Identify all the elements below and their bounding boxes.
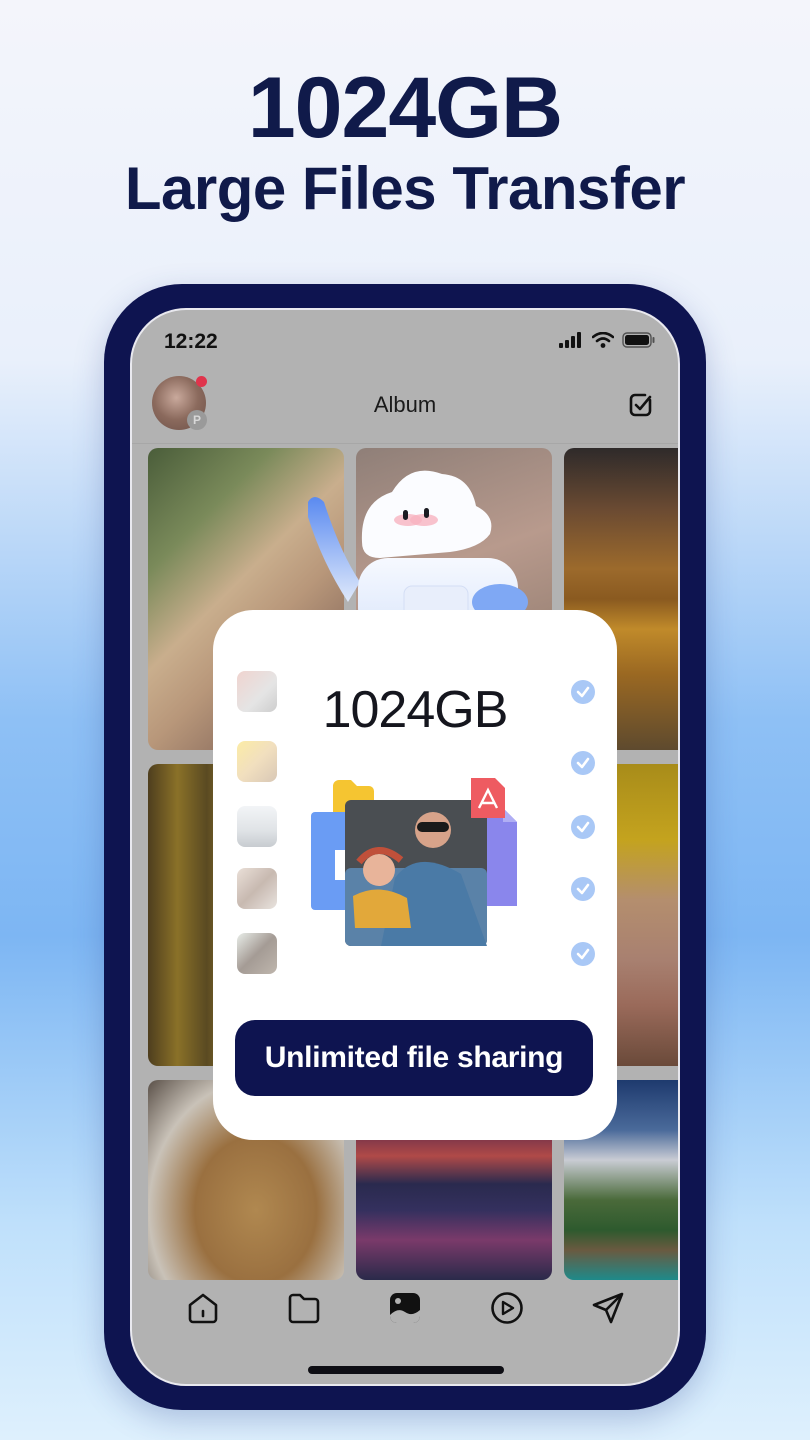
notification-dot [196,376,207,387]
pdf-file-icon [471,778,505,818]
page-title: Album [373,392,437,417]
file-thumbnail [237,671,277,712]
file-thumbnail [237,806,277,847]
image-icon[interactable] [385,1288,425,1328]
check-icon [571,815,595,839]
status-bar: 12:22 [132,310,678,370]
wifi-icon [592,332,614,348]
unlimited-file-sharing-button[interactable]: Unlimited file sharing [235,1020,593,1096]
battery-icon [622,332,655,348]
checkbox-select-icon[interactable] [626,390,656,420]
play-circle-icon[interactable] [487,1288,527,1328]
file-thumbnail [237,741,277,782]
cloud-mascot [308,470,528,632]
photo-preview [345,800,487,946]
promo-headline: 1024GB Large Files Transfer [0,62,810,224]
headline-subtitle: Large Files Transfer [124,155,686,222]
send-icon[interactable] [588,1288,628,1328]
bottom-nav [132,1288,678,1348]
status-icons [558,332,656,348]
check-icon [571,751,595,775]
file-illustration [311,778,517,946]
folder-icon[interactable] [284,1288,324,1328]
home-indicator[interactable] [308,1366,504,1374]
check-icon [571,680,595,704]
app-header: P Album [132,370,678,444]
check-icon [571,877,595,901]
feature-card: 1024GB Unlimited file sharing [213,610,617,1140]
check-icon [571,942,595,966]
file-thumbnail [237,933,277,974]
cellular-signal-icon [559,332,581,348]
headline-capacity: 1024GB [247,60,563,156]
file-thumbnail [237,868,277,909]
home-icon[interactable] [183,1288,223,1328]
status-time: 12:22 [164,330,218,353]
